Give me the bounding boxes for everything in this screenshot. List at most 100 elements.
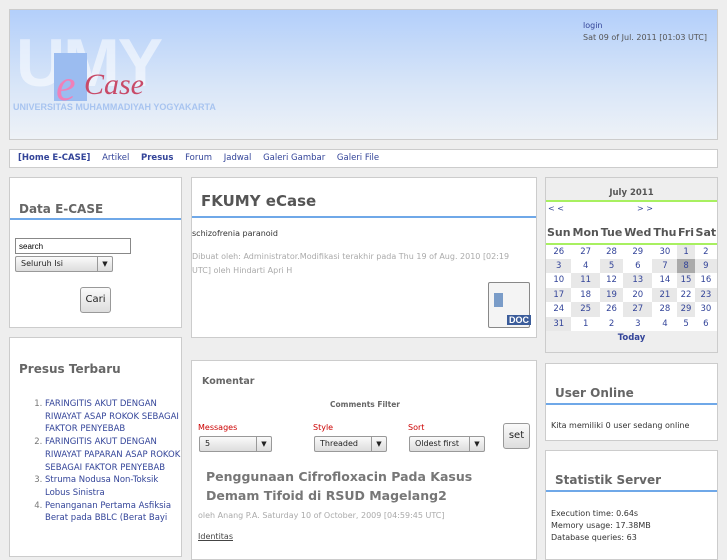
calendar-day[interactable]: 13	[623, 273, 653, 288]
calendar-day[interactable]: 15	[677, 273, 695, 288]
user-online-box: User Online Kita memiliki 0 user sedang …	[545, 363, 718, 441]
calendar-day[interactable]: 1	[571, 317, 599, 332]
calendar-day[interactable]: 6	[695, 317, 717, 332]
calendar-day[interactable]: 22	[677, 288, 694, 303]
calendar-day[interactable]: 9	[694, 258, 717, 273]
calendar-day[interactable]: 5	[677, 317, 694, 332]
style-select[interactable]: Threaded ▼	[314, 436, 387, 452]
set-button[interactable]: set	[503, 423, 530, 449]
chevron-down-icon: ▼	[256, 437, 271, 451]
calendar-title: July 2011	[546, 178, 717, 202]
calendar-day[interactable]: 17	[546, 287, 572, 302]
main-nav: [Home E-CASE] Artikel Presus Forum Jadwa…	[9, 149, 718, 168]
calendar-nav: < < > >	[546, 202, 717, 222]
calendar-day[interactable]: 4	[652, 317, 677, 332]
nav-galeri-file[interactable]: Galeri File	[337, 153, 379, 163]
university-name: UNIVERSITAS MUHAMMADIYAH YOGYAKARTA	[13, 102, 216, 112]
calendar-day[interactable]: 14	[652, 273, 677, 288]
nav-jadwal[interactable]: Jadwal	[224, 153, 252, 163]
calendar-day[interactable]: 26	[600, 302, 623, 317]
calendar-day[interactable]: 11	[571, 273, 600, 288]
article-title: FKUMY eCase	[192, 178, 536, 218]
calendar-week: 26 27 28 29 30 1 2	[546, 244, 717, 259]
nav-presus[interactable]: Presus	[141, 153, 173, 163]
calendar-week: 31 1 2 3 4 5 6	[546, 316, 717, 332]
calendar-day[interactable]: 25	[571, 302, 600, 317]
calendar-day[interactable]: 26	[546, 244, 571, 259]
nav-galeri-gambar[interactable]: Galeri Gambar	[263, 153, 325, 163]
calendar-day[interactable]: 27	[623, 302, 653, 317]
weekday-header: Sat	[694, 222, 717, 245]
ecase-logo-case[interactable]: Case	[84, 68, 144, 102]
calendar-day[interactable]: 1	[677, 244, 695, 259]
calendar-day[interactable]: 19	[599, 287, 624, 302]
doc-file-icon[interactable]: DOC	[488, 282, 531, 328]
calendar-day[interactable]: 7	[652, 258, 678, 273]
calendar-day[interactable]: 2	[695, 244, 717, 259]
nav-forum[interactable]: Forum	[185, 153, 212, 163]
calendar-day[interactable]: 5	[599, 258, 624, 273]
calendar-day[interactable]: 30	[695, 302, 717, 317]
calendar-week: 24 25 26 27 28 29 30	[546, 302, 717, 317]
presus-list: FARINGITIS AKUT DENGAN RIWAYAT ASAP ROKO…	[10, 398, 181, 525]
identitas-link[interactable]: Identitas	[198, 532, 233, 541]
weekday-header: Thu	[652, 222, 678, 245]
calendar-day[interactable]: 28	[600, 244, 623, 259]
calendar-grid: Sun Mon Tue Wed Thu Fri Sat 26 27 28 29 30 1 2 3 4 5 6 7 8…	[546, 222, 717, 331]
calendar-today[interactable]: Today	[618, 333, 646, 343]
calendar-day[interactable]: 29	[677, 302, 695, 317]
weekday-header: Tue	[599, 222, 624, 245]
calendar-day[interactable]: 20	[623, 288, 652, 303]
calendar-day[interactable]: 10	[546, 273, 571, 288]
calendar-day[interactable]: 6	[623, 259, 652, 274]
comments-filter-title: Comments Filter	[329, 400, 400, 409]
calendar-day[interactable]: 21	[652, 287, 678, 302]
calendar-day[interactable]: 29	[623, 244, 652, 259]
doc-label: DOC	[507, 315, 531, 325]
presus-title: Presus Terbaru	[19, 362, 121, 376]
calendar-day[interactable]: 3	[623, 317, 652, 332]
style-label: Style	[313, 423, 334, 432]
presus-link[interactable]: FARINGITIS AKUT DENGAN RIWAYAT ASAP ROKO…	[45, 399, 179, 434]
calendar-day[interactable]: 27	[571, 244, 599, 259]
calendar-day[interactable]: 31	[546, 316, 572, 331]
search-scope-select[interactable]: Seluruh Isi ▼	[15, 256, 113, 272]
presus-link[interactable]: Struma Nodusa Non-Toksik Lobus Sinistra	[45, 475, 158, 498]
search-input[interactable]	[15, 238, 131, 254]
weekday-header: Wed	[623, 222, 653, 245]
nav-home[interactable]: [Home E-CASE]	[18, 153, 90, 163]
chevron-down-icon: ▼	[469, 437, 484, 451]
article-body: schizofrenia paranoid	[192, 229, 278, 238]
stats-list: Execution time: 0.64s Memory usage: 17.3…	[546, 492, 717, 544]
calendar-day[interactable]: 12	[600, 273, 623, 288]
nav-artikel[interactable]: Artikel	[102, 153, 129, 163]
calendar-day[interactable]: 16	[695, 273, 717, 288]
calendar-day[interactable]: 8	[677, 258, 695, 273]
calendar-day[interactable]: 18	[571, 288, 599, 303]
server-datetime: Sat 09 of Jul. 2011 [01:03 UTC]	[583, 33, 707, 42]
calendar-day[interactable]: 4	[571, 259, 599, 274]
article-meta: Dibuat oleh: Administrator.Modifikasi te…	[192, 252, 510, 275]
calendar-day[interactable]: 2	[600, 317, 623, 332]
calendar-day[interactable]: 24	[546, 302, 571, 317]
user-online-text: Kita memiliki 0 user sedang online	[551, 421, 690, 430]
calendar-prev[interactable]: < <	[548, 204, 564, 213]
chevron-down-icon: ▼	[97, 257, 112, 271]
sort-value: Oldest first	[415, 439, 459, 448]
calendar-day[interactable]: 23	[694, 287, 717, 302]
calendar-day[interactable]: 3	[546, 258, 572, 273]
calendar-day[interactable]: 30	[652, 244, 677, 259]
messages-select[interactable]: 5 ▼	[199, 436, 272, 452]
messages-value: 5	[205, 439, 211, 448]
search-button[interactable]: Cari	[80, 287, 111, 313]
calendar-week: 3456789	[546, 258, 717, 274]
weekday-header: Fri	[677, 222, 695, 245]
presus-link[interactable]: Penanganan Pertama Asfiksia Berat pada B…	[45, 501, 171, 524]
comments-box: Komentar Comments Filter Messages 5 ▼ Sty…	[191, 360, 537, 560]
execution-time: Execution time: 0.64s	[551, 509, 639, 518]
calendar-next[interactable]: > >	[637, 204, 653, 213]
calendar-day[interactable]: 28	[652, 302, 677, 317]
login-link[interactable]: login	[583, 21, 603, 30]
sort-select[interactable]: Oldest first ▼	[409, 436, 485, 452]
presus-link[interactable]: FARINGITIS AKUT DENGAN RIWAYAT PAPARAN A…	[45, 437, 180, 472]
